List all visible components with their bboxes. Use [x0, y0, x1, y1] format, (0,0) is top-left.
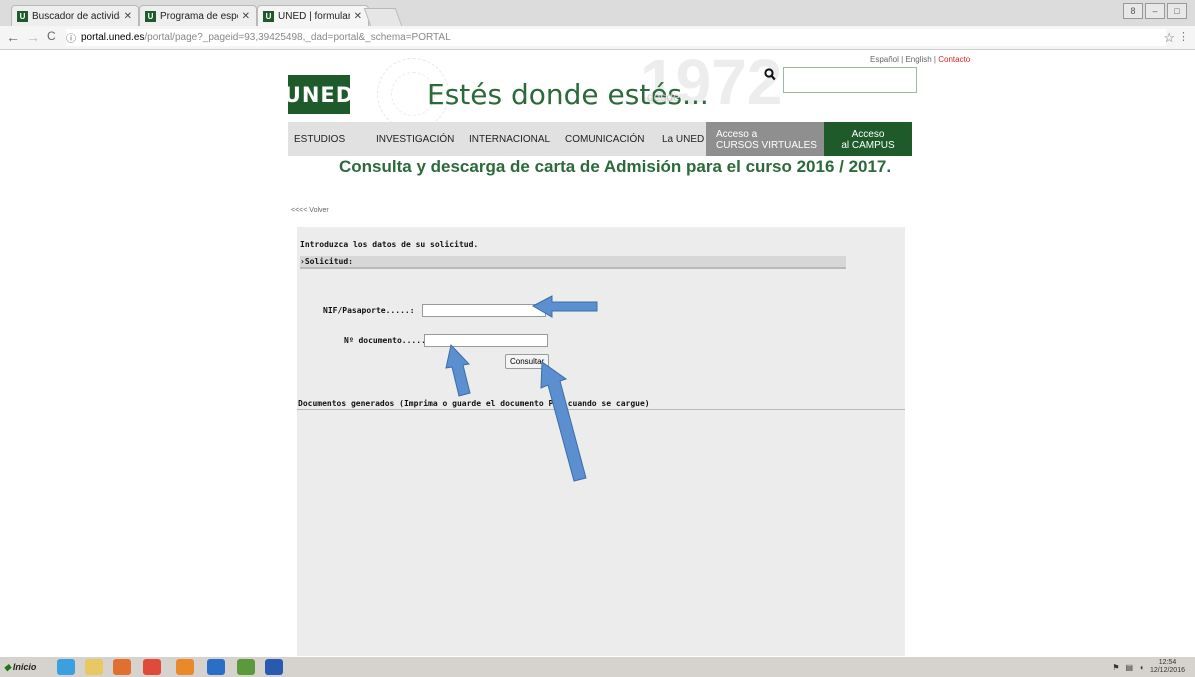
app-icon[interactable]: [237, 659, 255, 675]
form-panel: Introduzca los datos de su solicitud. ›S…: [297, 227, 905, 657]
volume-icon[interactable]: ◖: [1139, 663, 1144, 672]
nav-item-campus[interactable]: Acceso al CAMPUS: [824, 122, 912, 156]
close-icon[interactable]: ✕: [354, 11, 362, 22]
network-icon[interactable]: ▤: [1126, 663, 1134, 672]
start-label: Inicio: [12, 662, 37, 672]
outlook-icon[interactable]: [207, 659, 225, 675]
language-links: Español | English | Contacto: [870, 55, 971, 64]
start-button[interactable]: ◆ Inicio: [4, 659, 36, 675]
uned-favicon-icon: U: [17, 10, 28, 22]
page-title: Consulta y descarga de carta de Admisión…: [339, 157, 892, 176]
uned-favicon-icon: U: [263, 10, 274, 22]
browser-tab[interactable]: U Programa de especialidad - ✕: [139, 5, 257, 26]
document-number-input[interactable]: [424, 334, 548, 347]
tab-title: Programa de especialidad -: [160, 10, 238, 22]
taskbar: ◆ Inicio ⚑ ▤ ◖ 12:54 12/12/2016: [0, 656, 1195, 677]
search-icon[interactable]: [764, 68, 776, 81]
divider: [297, 409, 905, 410]
nav-item-estudios[interactable]: ESTUDIOS: [294, 122, 345, 156]
close-icon[interactable]: ✕: [242, 11, 250, 22]
generated-documents-title: Documentos generados (Imprima o guarde e…: [298, 399, 650, 408]
media-icon[interactable]: [113, 659, 131, 675]
maximize-icon[interactable]: □: [1167, 3, 1187, 19]
tab-title: Buscador de actividades -: [32, 10, 120, 22]
url-input[interactable]: ⓘ portal.uned.es /portal/page?_pageid=93…: [66, 29, 1166, 46]
section-header: ›Solicitud:: [300, 256, 846, 269]
uned-logo[interactable]: UNED: [284, 75, 353, 114]
info-icon[interactable]: ⓘ: [66, 30, 76, 45]
clock[interactable]: 12:54 12/12/2016: [1150, 659, 1185, 675]
back-arrow-icon[interactable]: ←: [6, 29, 20, 45]
close-icon[interactable]: ✕: [124, 11, 132, 22]
windows-logo-icon: ◆: [4, 661, 11, 672]
browser-tab[interactable]: U Buscador de actividades - ✕: [11, 5, 139, 26]
nav-campus-line1: Acceso: [851, 129, 885, 140]
nif-label: NIF/Pasaporte.....:: [323, 306, 415, 315]
browser-tab-active[interactable]: U UNED | formulario de consu ✕: [257, 5, 369, 26]
folder-icon[interactable]: [85, 659, 103, 675]
nav-item-cursos-virtuales[interactable]: Acceso a CURSOS VIRTUALES: [706, 122, 824, 156]
menu-icon[interactable]: ⋮: [1178, 30, 1189, 43]
consultar-button[interactable]: Consultar: [505, 354, 550, 369]
nav-item-la-uned[interactable]: La UNED: [662, 122, 704, 156]
tab-title: UNED | formulario de consu: [278, 10, 350, 22]
nav-item-comunicacion[interactable]: COMUNICACIÓN: [565, 122, 644, 156]
section-title: ›Solicitud:: [300, 257, 353, 266]
uned-favicon-icon: U: [145, 10, 156, 22]
clock-time: 12:54: [1158, 659, 1177, 666]
minimize-icon[interactable]: –: [1145, 3, 1165, 19]
search-input[interactable]: [783, 67, 917, 93]
lang-es-link[interactable]: Español: [870, 55, 899, 64]
clock-date: 12/12/2016: [1149, 667, 1185, 674]
word-icon[interactable]: [265, 659, 283, 675]
address-bar-row: ← → C ⓘ portal.uned.es /portal/page?_pag…: [0, 26, 1195, 50]
window-controls: 8 – □: [1123, 3, 1187, 19]
flag-icon[interactable]: ⚑: [1112, 663, 1119, 672]
contact-link[interactable]: Contacto: [938, 55, 970, 64]
seal-text: desde: [647, 90, 680, 104]
nif-input[interactable]: [422, 304, 546, 317]
nav-campus-line2: al CAMPUS: [841, 140, 895, 151]
form-intro: Introduzca los datos de su solicitud.: [300, 240, 479, 249]
system-tray: ⚑ ▤ ◖ 12:54 12/12/2016: [1112, 659, 1185, 675]
back-link[interactable]: <<<< Volver: [291, 207, 329, 214]
ie-icon[interactable]: [57, 659, 75, 675]
nav-item-internacional[interactable]: INTERNACIONAL: [469, 122, 550, 156]
nav-cursos-line1: Acceso a: [716, 129, 758, 140]
url-domain: portal.uned.es: [81, 32, 145, 43]
browser-tab-bar: U Buscador de actividades - ✕ U Programa…: [0, 0, 1195, 26]
user-icon[interactable]: 8: [1123, 3, 1143, 19]
firefox-icon[interactable]: [176, 659, 194, 675]
url-path: /portal/page?_pageid=93,39425498,_dad=po…: [144, 32, 451, 43]
document-number-label: Nº documento.....:: [344, 336, 431, 345]
reload-icon[interactable]: C: [47, 29, 56, 43]
nav-cursos-line2: CURSOS VIRTUALES: [716, 140, 817, 151]
forward-arrow-icon[interactable]: →: [26, 29, 40, 45]
nav-item-investigacion[interactable]: INVESTIGACIÓN: [376, 122, 454, 156]
new-tab-button[interactable]: [363, 8, 403, 26]
bookmark-star-icon[interactable]: ☆: [1163, 30, 1175, 46]
lang-en-link[interactable]: English: [905, 55, 931, 64]
chrome-icon[interactable]: [143, 659, 161, 675]
main-nav: ESTUDIOS INVESTIGACIÓN INTERNACIONAL COM…: [288, 122, 912, 156]
